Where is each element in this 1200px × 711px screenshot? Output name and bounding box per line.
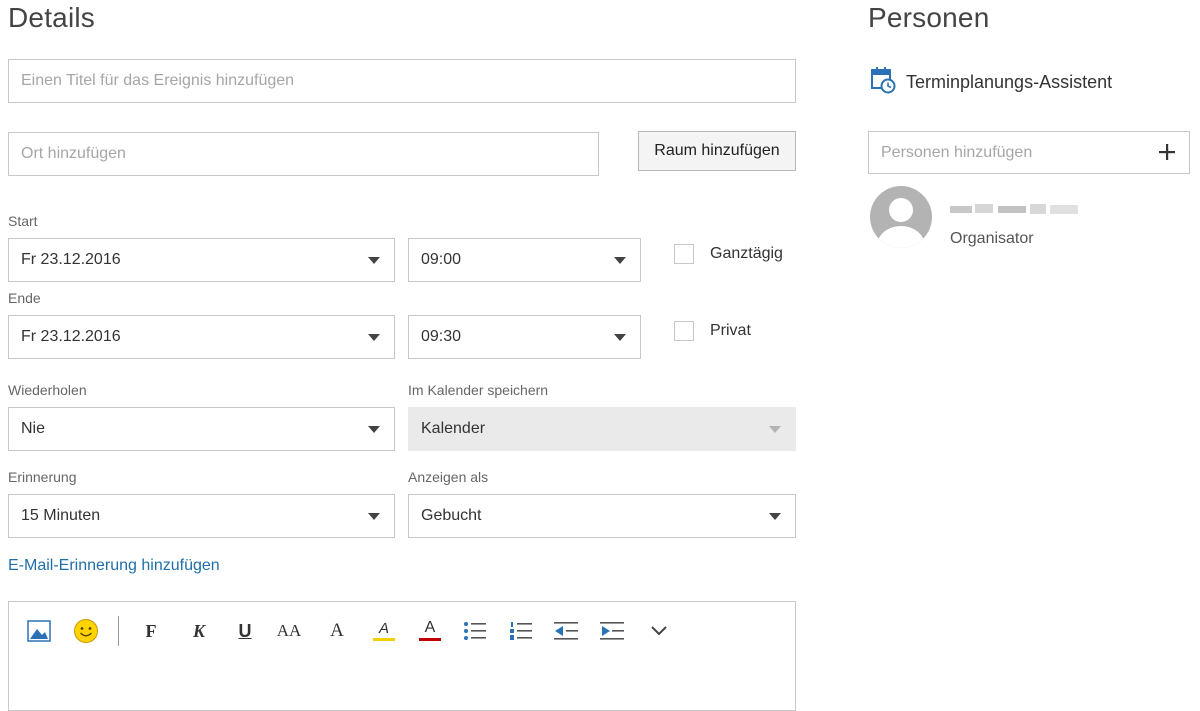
organizer-role: Organisator bbox=[950, 230, 1034, 247]
showas-value: Gebucht bbox=[421, 507, 482, 524]
increase-indent-icon[interactable] bbox=[597, 618, 627, 644]
allday-label: Ganztägig bbox=[710, 245, 783, 262]
calendar-select: Kalender bbox=[408, 407, 796, 451]
font-color-icon[interactable]: A bbox=[419, 618, 441, 641]
end-date-value: Fr 23.12.2016 bbox=[21, 328, 121, 345]
repeat-label: Wiederholen bbox=[8, 382, 87, 398]
underline-icon[interactable]: U bbox=[235, 618, 255, 644]
insert-picture-icon[interactable] bbox=[25, 618, 53, 644]
allday-checkbox[interactable] bbox=[674, 244, 694, 264]
scheduling-assistant-label: Terminplanungs-Assistent bbox=[906, 72, 1113, 92]
end-label: Ende bbox=[8, 290, 41, 306]
chevron-down-icon bbox=[368, 334, 380, 341]
add-people-placeholder: Personen hinzufügen bbox=[881, 143, 1033, 161]
end-date-select[interactable]: Fr 23.12.2016 bbox=[8, 315, 395, 359]
chevron-down-icon bbox=[368, 513, 380, 520]
title-input[interactable]: Einen Titel für das Ereignis hinzufügen bbox=[8, 59, 796, 103]
calendar-label: Im Kalender speichern bbox=[408, 382, 549, 398]
toolbar-divider bbox=[118, 616, 119, 646]
people-heading: Personen bbox=[868, 2, 990, 33]
end-time-value: 09:30 bbox=[421, 328, 462, 345]
calendar-clock-icon bbox=[870, 66, 896, 99]
chevron-down-icon bbox=[368, 426, 380, 433]
repeat-select[interactable]: Nie bbox=[8, 407, 395, 451]
location-input[interactable]: Ort hinzufügen bbox=[8, 132, 599, 176]
bullet-list-icon[interactable] bbox=[461, 618, 489, 644]
numbered-list-icon[interactable] bbox=[507, 618, 535, 644]
chevron-down-icon bbox=[614, 334, 626, 341]
chevron-down-icon[interactable] bbox=[649, 618, 669, 644]
font-size-icon[interactable]: AA bbox=[275, 618, 303, 644]
private-label: Privat bbox=[710, 322, 751, 339]
avatar bbox=[866, 186, 936, 248]
email-reminder-link[interactable]: E-Mail-Erinnerung hinzufügen bbox=[8, 557, 220, 575]
emoji-icon[interactable] bbox=[71, 618, 101, 644]
chevron-down-icon bbox=[614, 257, 626, 264]
add-people-input[interactable]: Personen hinzufügen bbox=[868, 131, 1190, 174]
body-editor[interactable]: F K U AA A A A bbox=[8, 601, 796, 711]
showas-label: Anzeigen als bbox=[408, 469, 489, 485]
calendar-value: Kalender bbox=[421, 420, 486, 437]
start-time-select[interactable]: 09:00 bbox=[408, 238, 641, 282]
bold-icon[interactable]: F bbox=[141, 618, 161, 644]
private-checkbox[interactable] bbox=[674, 321, 694, 341]
grow-font-icon[interactable]: A bbox=[327, 618, 347, 644]
chevron-down-icon bbox=[769, 513, 781, 520]
chevron-down-icon bbox=[769, 426, 781, 433]
decrease-indent-icon[interactable] bbox=[551, 618, 581, 644]
reminder-value: 15 Minuten bbox=[21, 507, 101, 524]
chevron-down-icon bbox=[368, 257, 380, 264]
end-time-select[interactable]: 09:30 bbox=[408, 315, 641, 359]
location-placeholder: Ort hinzufügen bbox=[21, 145, 126, 162]
start-date-value: Fr 23.12.2016 bbox=[21, 251, 121, 268]
repeat-value: Nie bbox=[21, 420, 46, 437]
highlight-icon[interactable]: A bbox=[373, 618, 395, 641]
scheduling-assistant-link[interactable]: Terminplanungs-Assistent bbox=[870, 66, 1112, 99]
title-placeholder: Einen Titel für das Ereignis hinzufügen bbox=[21, 72, 295, 89]
reminder-select[interactable]: 15 Minuten bbox=[8, 494, 395, 538]
start-time-value: 09:00 bbox=[421, 251, 462, 268]
showas-select[interactable]: Gebucht bbox=[408, 494, 796, 538]
add-room-button[interactable]: Raum hinzufügen bbox=[638, 131, 796, 171]
start-date-select[interactable]: Fr 23.12.2016 bbox=[8, 238, 395, 282]
details-heading: Details bbox=[8, 2, 95, 33]
organizer-name-blurred bbox=[950, 202, 1080, 216]
start-label: Start bbox=[8, 213, 38, 229]
reminder-label: Erinnerung bbox=[8, 469, 77, 485]
plus-icon[interactable] bbox=[1157, 142, 1177, 167]
italic-icon[interactable]: K bbox=[189, 618, 209, 644]
